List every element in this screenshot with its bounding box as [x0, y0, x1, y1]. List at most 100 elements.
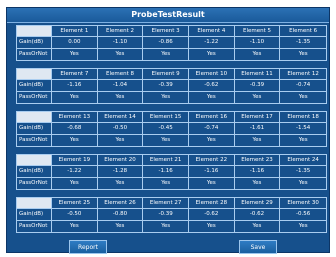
- element-header: Element 18: [280, 112, 326, 124]
- pass-value: Yes: [189, 91, 235, 103]
- result-group: Element 7 Element 8 Element 9 Element 10 Ele…: [16, 68, 327, 104]
- pass-value: Yes: [298, 51, 308, 58]
- element-header: Element 7: [52, 69, 98, 81]
- gain-row-label: Gain(dB): [17, 80, 52, 92]
- element-header: Element 9: [143, 69, 189, 81]
- gain-value: -1.35: [280, 166, 326, 178]
- gain-value: -1.16: [234, 166, 281, 178]
- element-header: Element 27: [143, 198, 189, 210]
- element-header: Element 11: [234, 69, 281, 81]
- pass-value: Yes: [52, 48, 98, 60]
- element-header: Element 25: [52, 198, 98, 210]
- gain-value: -0.62: [189, 209, 235, 221]
- element-header: Element 24: [280, 155, 326, 167]
- gain-value: -1.10: [97, 37, 144, 49]
- element-header: Element 10: [189, 69, 235, 81]
- pass-row-label: PassOrNot: [17, 91, 52, 103]
- pass-value: Yes: [52, 91, 98, 103]
- pass-value: Yes: [52, 220, 98, 232]
- gain-value: -0.50: [52, 209, 98, 221]
- pass-value: Yes: [98, 91, 144, 103]
- pass-value: Yes: [98, 177, 144, 189]
- gain-value: -0.62: [189, 80, 235, 92]
- gain-row-label: Gain(dB): [17, 209, 52, 221]
- element-header: Element 14: [97, 112, 144, 124]
- result-group: Element 25 Element 26 Element 27 Element 28…: [16, 197, 327, 233]
- gain-value: -0.39: [234, 80, 281, 92]
- result-group: Element 13 Element 14 Element 15 Element 16…: [16, 111, 327, 147]
- pass-value: Yes: [298, 223, 308, 230]
- gain-row-label: Gain(dB): [17, 123, 52, 135]
- element-header: Element 15: [143, 112, 189, 124]
- gain-value: -0.74: [189, 123, 235, 135]
- group-corner-cell: [17, 69, 52, 81]
- gain-value: 0.00: [52, 37, 98, 49]
- element-header: Element 30: [280, 198, 326, 210]
- pass-value: Yes: [143, 220, 189, 232]
- pass-value: Yes: [98, 134, 144, 146]
- gain-value: -1.10: [234, 37, 281, 49]
- pass-value: Yes: [143, 134, 189, 146]
- element-header: Element 22: [189, 155, 235, 167]
- pass-value: Yes: [189, 177, 235, 189]
- pass-row-label: PassOrNot: [17, 177, 52, 189]
- gain-value: -1.35: [280, 37, 326, 49]
- pass-value: Yes: [52, 177, 98, 189]
- gain-value: -1.16: [52, 80, 98, 92]
- pass-value: Yes: [189, 48, 235, 60]
- result-group: Element 1 Element 2 Element 3 Element 4 Elem…: [16, 25, 327, 61]
- gain-value: -1.04: [97, 80, 144, 92]
- save-button[interactable]: Save: [239, 240, 277, 254]
- gain-value: -1.61: [234, 123, 281, 135]
- pass-row-label: PassOrNot: [17, 134, 52, 146]
- result-group: Element 19 Element 20 Element 21 Element 22…: [16, 154, 327, 190]
- gain-value: -0.68: [52, 123, 98, 135]
- pass-value: Yes: [52, 134, 98, 146]
- gain-value: -0.74: [280, 80, 326, 92]
- group-corner-cell: [17, 198, 52, 210]
- element-header: Element 29: [234, 198, 281, 210]
- pass-row-label: PassOrNot: [17, 220, 52, 232]
- gain-value: -1.16: [189, 166, 235, 178]
- group-corner-cell: [17, 112, 52, 124]
- gain-row-label: Gain(dB): [17, 166, 52, 178]
- gain-value: -1.54: [280, 123, 326, 135]
- element-header: Element 17: [234, 112, 281, 124]
- window-title: ProbeTestResult: [7, 8, 329, 23]
- element-header: Element 19: [52, 155, 98, 167]
- pass-value: Yes: [189, 134, 235, 146]
- pass-value: Yes: [143, 177, 189, 189]
- pass-value: Yes: [235, 177, 281, 189]
- pass-value: Yes: [98, 48, 144, 60]
- gain-value: -0.45: [143, 123, 189, 135]
- element-header: Element 23: [234, 155, 281, 167]
- pass-value: Yes: [98, 220, 144, 232]
- element-header: Element 5: [234, 26, 281, 38]
- gain-value: -0.62: [234, 209, 281, 221]
- gain-value: -0.80: [97, 209, 144, 221]
- gain-value: -0.50: [97, 123, 144, 135]
- element-header: Element 21: [143, 155, 189, 167]
- pass-value: Yes: [143, 48, 189, 60]
- pass-value: Yes: [143, 91, 189, 103]
- report-button[interactable]: Report: [69, 240, 107, 254]
- pass-value: Yes: [298, 180, 308, 187]
- pass-value: Yes: [235, 91, 281, 103]
- element-header: Element 3: [143, 26, 189, 38]
- gain-value: -1.28: [97, 166, 144, 178]
- gain-value: -1.22: [189, 37, 235, 49]
- group-corner-cell: [17, 26, 52, 38]
- gain-value: -1.22: [52, 166, 98, 178]
- element-header: Element 2: [97, 26, 144, 38]
- gain-value: -0.39: [143, 209, 189, 221]
- element-header: Element 12: [280, 69, 326, 81]
- pass-value: Yes: [235, 220, 281, 232]
- pass-value: Yes: [189, 220, 235, 232]
- element-header: Element 4: [189, 26, 235, 38]
- element-header: Element 26: [97, 198, 144, 210]
- element-header: Element 16: [189, 112, 235, 124]
- gain-value: -1.16: [143, 166, 189, 178]
- element-header: Element 1: [52, 26, 98, 38]
- element-header: Element 13: [52, 112, 98, 124]
- pass-value: Yes: [235, 134, 281, 146]
